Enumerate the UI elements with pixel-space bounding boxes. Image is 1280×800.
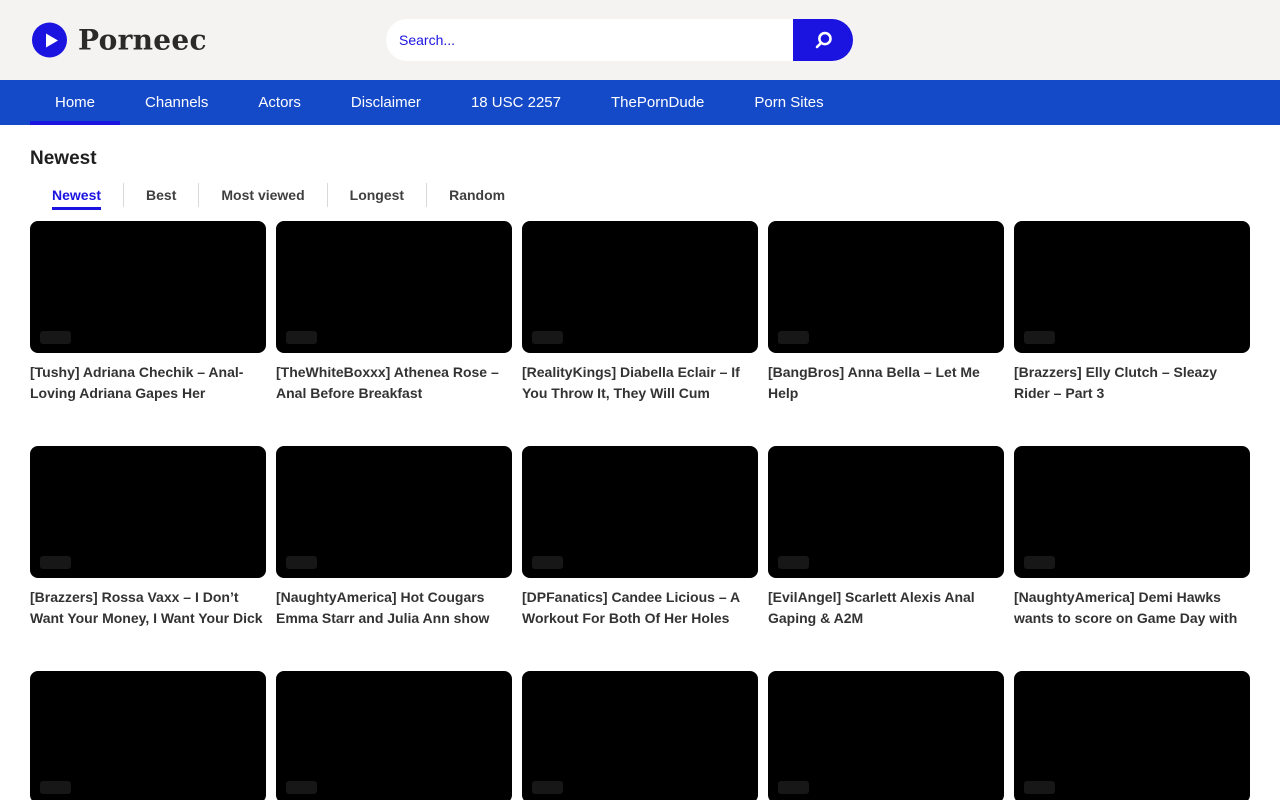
video-card-4[interactable]: [Brazzers] Elly Clutch – Sleazy Rider – …	[1014, 221, 1250, 404]
video-thumbnail[interactable]	[30, 671, 266, 800]
video-title[interactable]: [Tushy] Adriana Chechik – Anal-Loving Ad…	[30, 362, 266, 404]
tab-4[interactable]: Random	[427, 183, 527, 207]
video-thumbnail[interactable]	[276, 671, 512, 800]
duration-badge	[532, 331, 563, 344]
search-button[interactable]	[793, 19, 853, 61]
nav-item-3[interactable]: Disclaimer	[326, 80, 446, 125]
duration-badge	[40, 331, 71, 344]
video-card-13[interactable]	[768, 671, 1004, 800]
duration-badge	[286, 781, 317, 794]
duration-badge	[1024, 556, 1055, 569]
video-thumbnail[interactable]	[768, 671, 1004, 800]
search-bar	[386, 19, 853, 61]
tab-label: Most viewed	[221, 187, 304, 203]
sort-tabs: Newest Best Most viewed Longest Random	[30, 183, 1250, 207]
video-thumbnail[interactable]	[522, 671, 758, 800]
video-card-9[interactable]: [NaughtyAmerica] Demi Hawks wants to sco…	[1014, 446, 1250, 629]
duration-badge	[1024, 781, 1055, 794]
site-header: Porneec	[0, 0, 1280, 80]
video-thumbnail[interactable]	[768, 221, 1004, 353]
video-card-12[interactable]	[522, 671, 758, 800]
video-title[interactable]: [DPFanatics] Candee Licious – A Workout …	[522, 587, 758, 629]
nav-item-label: 18 USC 2257	[471, 94, 561, 111]
video-grid: [Tushy] Adriana Chechik – Anal-Loving Ad…	[30, 221, 1250, 800]
video-card-7[interactable]: [DPFanatics] Candee Licious – A Workout …	[522, 446, 758, 629]
video-card-14[interactable]	[1014, 671, 1250, 800]
play-triangle	[46, 33, 58, 47]
nav-item-5[interactable]: ThePornDude	[586, 80, 729, 125]
nav-item-1[interactable]: Channels	[120, 80, 233, 125]
video-title[interactable]: [TheWhiteBoxxx] Athenea Rose – Anal Befo…	[276, 362, 512, 404]
search-input[interactable]	[386, 19, 793, 61]
video-title[interactable]: [NaughtyAmerica] Hot Cougars Emma Starr …	[276, 587, 512, 629]
tab-label: Random	[449, 187, 505, 203]
video-title[interactable]: [BangBros] Anna Bella – Let Me Help	[768, 362, 1004, 404]
page-title: Newest	[30, 148, 1250, 170]
duration-badge	[778, 331, 809, 344]
nav-item-2[interactable]: Actors	[233, 80, 326, 125]
tab-1[interactable]: Best	[124, 183, 199, 207]
video-title[interactable]: [Brazzers] Elly Clutch – Sleazy Rider – …	[1014, 362, 1250, 404]
main-nav: Home Channels Actors Disclaimer 18 USC 2…	[0, 80, 1280, 125]
search-icon	[812, 29, 835, 52]
main-nav-items: Home Channels Actors Disclaimer 18 USC 2…	[0, 80, 1280, 125]
video-title[interactable]: [RealityKings] Diabella Eclair – If You …	[522, 362, 758, 404]
video-card-11[interactable]	[276, 671, 512, 800]
main-content: Newest Newest Best Most viewed Longest R…	[0, 148, 1280, 800]
video-card-8[interactable]: [EvilAngel] Scarlett Alexis Anal Gaping …	[768, 446, 1004, 629]
video-thumbnail[interactable]	[30, 446, 266, 578]
duration-badge	[286, 331, 317, 344]
video-card-1[interactable]: [TheWhiteBoxxx] Athenea Rose – Anal Befo…	[276, 221, 512, 404]
video-thumbnail[interactable]	[1014, 671, 1250, 800]
duration-badge	[532, 556, 563, 569]
video-card-10[interactable]	[30, 671, 266, 800]
play-icon	[32, 23, 67, 58]
video-thumbnail[interactable]	[522, 221, 758, 353]
tab-2[interactable]: Most viewed	[199, 183, 327, 207]
nav-item-label: Home	[55, 94, 95, 111]
video-thumbnail[interactable]	[30, 221, 266, 353]
tab-3[interactable]: Longest	[328, 183, 427, 207]
duration-badge	[778, 781, 809, 794]
duration-badge	[40, 556, 71, 569]
nav-item-label: Disclaimer	[351, 94, 421, 111]
tab-label: Longest	[350, 187, 404, 203]
video-card-3[interactable]: [BangBros] Anna Bella – Let Me Help	[768, 221, 1004, 404]
video-thumbnail[interactable]	[1014, 221, 1250, 353]
duration-badge	[40, 781, 71, 794]
video-card-6[interactable]: [NaughtyAmerica] Hot Cougars Emma Starr …	[276, 446, 512, 629]
video-card-2[interactable]: [RealityKings] Diabella Eclair – If You …	[522, 221, 758, 404]
video-thumbnail[interactable]	[522, 446, 758, 578]
nav-item-6[interactable]: Porn Sites	[729, 80, 848, 125]
duration-badge	[1024, 331, 1055, 344]
duration-badge	[532, 781, 563, 794]
video-card-5[interactable]: [Brazzers] Rossa Vaxx – I Don’t Want You…	[30, 446, 266, 629]
video-thumbnail[interactable]	[276, 446, 512, 578]
video-title[interactable]: [EvilAngel] Scarlett Alexis Anal Gaping …	[768, 587, 1004, 629]
tab-0[interactable]: Newest	[30, 183, 124, 207]
tab-label: Newest	[52, 187, 101, 203]
duration-badge	[286, 556, 317, 569]
nav-item-label: Porn Sites	[754, 94, 823, 111]
video-thumbnail[interactable]	[276, 221, 512, 353]
video-thumbnail[interactable]	[768, 446, 1004, 578]
nav-item-label: Actors	[258, 94, 301, 111]
video-thumbnail[interactable]	[1014, 446, 1250, 578]
nav-item-4[interactable]: 18 USC 2257	[446, 80, 586, 125]
nav-item-label: Channels	[145, 94, 208, 111]
video-card-0[interactable]: [Tushy] Adriana Chechik – Anal-Loving Ad…	[30, 221, 266, 404]
nav-item-0[interactable]: Home	[30, 80, 120, 125]
video-title[interactable]: [Brazzers] Rossa Vaxx – I Don’t Want You…	[30, 587, 266, 629]
brand-logo[interactable]: Porneec	[32, 23, 207, 58]
tab-label: Best	[146, 187, 176, 203]
brand-name: Porneec	[78, 24, 207, 57]
video-title[interactable]: [NaughtyAmerica] Demi Hawks wants to sco…	[1014, 587, 1250, 629]
duration-badge	[778, 556, 809, 569]
nav-item-label: ThePornDude	[611, 94, 704, 111]
